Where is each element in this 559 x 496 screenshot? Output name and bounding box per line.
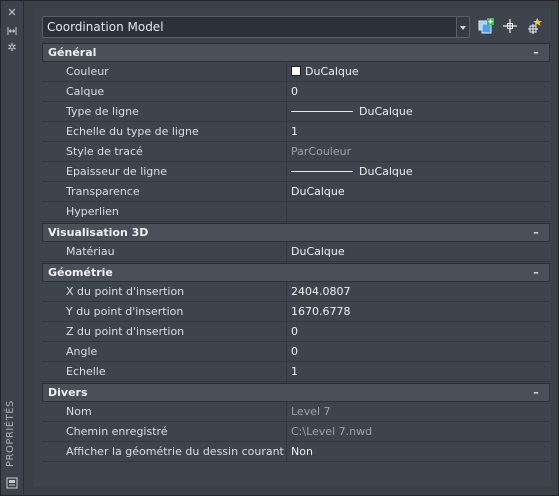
autohide-icon[interactable] (6, 25, 18, 37)
property-value[interactable]: 2404.0807 (287, 282, 550, 301)
property-value[interactable]: 0 (287, 322, 550, 341)
select-objects-icon[interactable] (500, 16, 520, 36)
property-value[interactable] (287, 202, 550, 221)
property-value[interactable]: DuCalque (287, 62, 550, 81)
object-selection-row: Coordination Model (42, 16, 550, 38)
property-name: Angle (42, 342, 287, 361)
property-value[interactable]: DuCalque (287, 102, 550, 121)
property-name: Couleur (42, 62, 287, 81)
property-value: Level 7 (291, 405, 331, 418)
property-value[interactable]: 1670.6778 (287, 302, 550, 321)
property-value[interactable]: DuCalque (287, 242, 550, 261)
property-name: Echelle du type de ligne (42, 122, 287, 141)
lineweight-sample-icon (291, 170, 353, 172)
property-value[interactable]: DuCalque (287, 182, 550, 201)
property-value[interactable]: DuCalque (287, 162, 550, 181)
property-name: Afficher la géométrie du dessin courant (42, 442, 287, 461)
category-title: Visualisation 3D (48, 226, 149, 239)
property-name: Matériau (42, 242, 287, 261)
property-name: Calque (42, 82, 287, 101)
properties-panel-icon[interactable] (6, 477, 18, 489)
property-value[interactable]: 0 (287, 82, 550, 101)
chevron-down-icon[interactable] (456, 17, 469, 37)
category-title: Divers (48, 386, 88, 399)
property-row-style-de-trace[interactable]: Style de tracé ParCouleur (42, 142, 550, 162)
property-name: Y du point d'insertion (42, 302, 287, 321)
property-row-x-insertion[interactable]: X du point d'insertion 2404.0807 (42, 282, 550, 302)
property-value[interactable]: 0 (287, 342, 550, 361)
property-row-hyperlien[interactable]: Hyperlien (42, 202, 550, 222)
property-row-type-de-ligne[interactable]: Type de ligne DuCalque (42, 102, 550, 122)
property-row-epaisseur-de-ligne[interactable]: Epaisseur de ligne DuCalque (42, 162, 550, 182)
gear-icon[interactable]: ✲ (6, 42, 18, 54)
property-row-y-insertion[interactable]: Y du point d'insertion 1670.6778 (42, 302, 550, 322)
property-name: Chemin enregistré (42, 422, 287, 441)
collapse-icon[interactable]: – (531, 264, 541, 281)
property-name: Hyperlien (42, 202, 287, 221)
lineweight-value: DuCalque (359, 165, 413, 178)
color-swatch-icon (291, 66, 301, 76)
property-value[interactable]: 1 (287, 362, 550, 381)
property-value[interactable]: Non (287, 442, 550, 461)
object-type-dropdown[interactable]: Coordination Model (42, 16, 470, 38)
linetype-value: DuCalque (359, 105, 413, 118)
property-row-couleur[interactable]: Couleur DuCalque (42, 62, 550, 82)
toggle-pickadd-icon[interactable] (476, 16, 496, 36)
properties-content: Coordination Model Général – Couleur DuC… (34, 8, 551, 486)
properties-grid: Général – Couleur DuCalque Calque 0 Type… (42, 42, 550, 462)
object-type-value: Coordination Model (47, 20, 164, 34)
property-row-echelle[interactable]: Echelle 1 (42, 362, 550, 382)
property-row-nom[interactable]: Nom Level 7 (42, 402, 550, 422)
property-row-echelle-type-de-ligne[interactable]: Echelle du type de ligne 1 (42, 122, 550, 142)
property-name: Nom (42, 402, 287, 421)
property-row-transparence[interactable]: Transparence DuCalque (42, 182, 550, 202)
close-icon[interactable]: ✕ (6, 7, 18, 19)
linetype-sample-icon (291, 110, 353, 112)
palette-title-bar[interactable]: ✕ ✲ PROPRIÉTÉS (1, 1, 24, 494)
category-divers[interactable]: Divers – (42, 383, 550, 402)
collapse-icon[interactable]: – (531, 384, 541, 401)
palette-title: PROPRIÉTÉS (5, 400, 16, 467)
property-name: X du point d'insertion (42, 282, 287, 301)
property-value: C:\Level 7.nwd (291, 425, 373, 438)
property-value: ParCouleur (291, 145, 352, 158)
category-visualisation-3d[interactable]: Visualisation 3D – (42, 223, 550, 242)
category-title: Géométrie (48, 266, 113, 279)
property-row-z-insertion[interactable]: Z du point d'insertion 0 (42, 322, 550, 342)
category-geometrie[interactable]: Géométrie – (42, 263, 550, 282)
property-name: Z du point d'insertion (42, 322, 287, 341)
property-row-afficher-geometrie[interactable]: Afficher la géométrie du dessin courant … (42, 442, 550, 462)
quick-select-icon[interactable] (524, 16, 544, 36)
category-general[interactable]: Général – (42, 43, 550, 62)
collapse-icon[interactable]: – (531, 44, 541, 61)
property-name: Echelle (42, 362, 287, 381)
property-row-angle[interactable]: Angle 0 (42, 342, 550, 362)
property-row-materiau[interactable]: Matériau DuCalque (42, 242, 550, 262)
collapse-icon[interactable]: – (531, 224, 541, 241)
property-row-calque[interactable]: Calque 0 (42, 82, 550, 102)
property-row-chemin-enregistre[interactable]: Chemin enregistré C:\Level 7.nwd (42, 422, 550, 442)
property-name: Type de ligne (42, 102, 287, 121)
property-name: Epaisseur de ligne (42, 162, 287, 181)
property-name: Style de tracé (42, 142, 287, 161)
color-value: DuCalque (305, 65, 359, 78)
property-value[interactable]: 1 (287, 122, 550, 141)
category-title: Général (48, 46, 97, 59)
property-name: Transparence (42, 182, 287, 201)
